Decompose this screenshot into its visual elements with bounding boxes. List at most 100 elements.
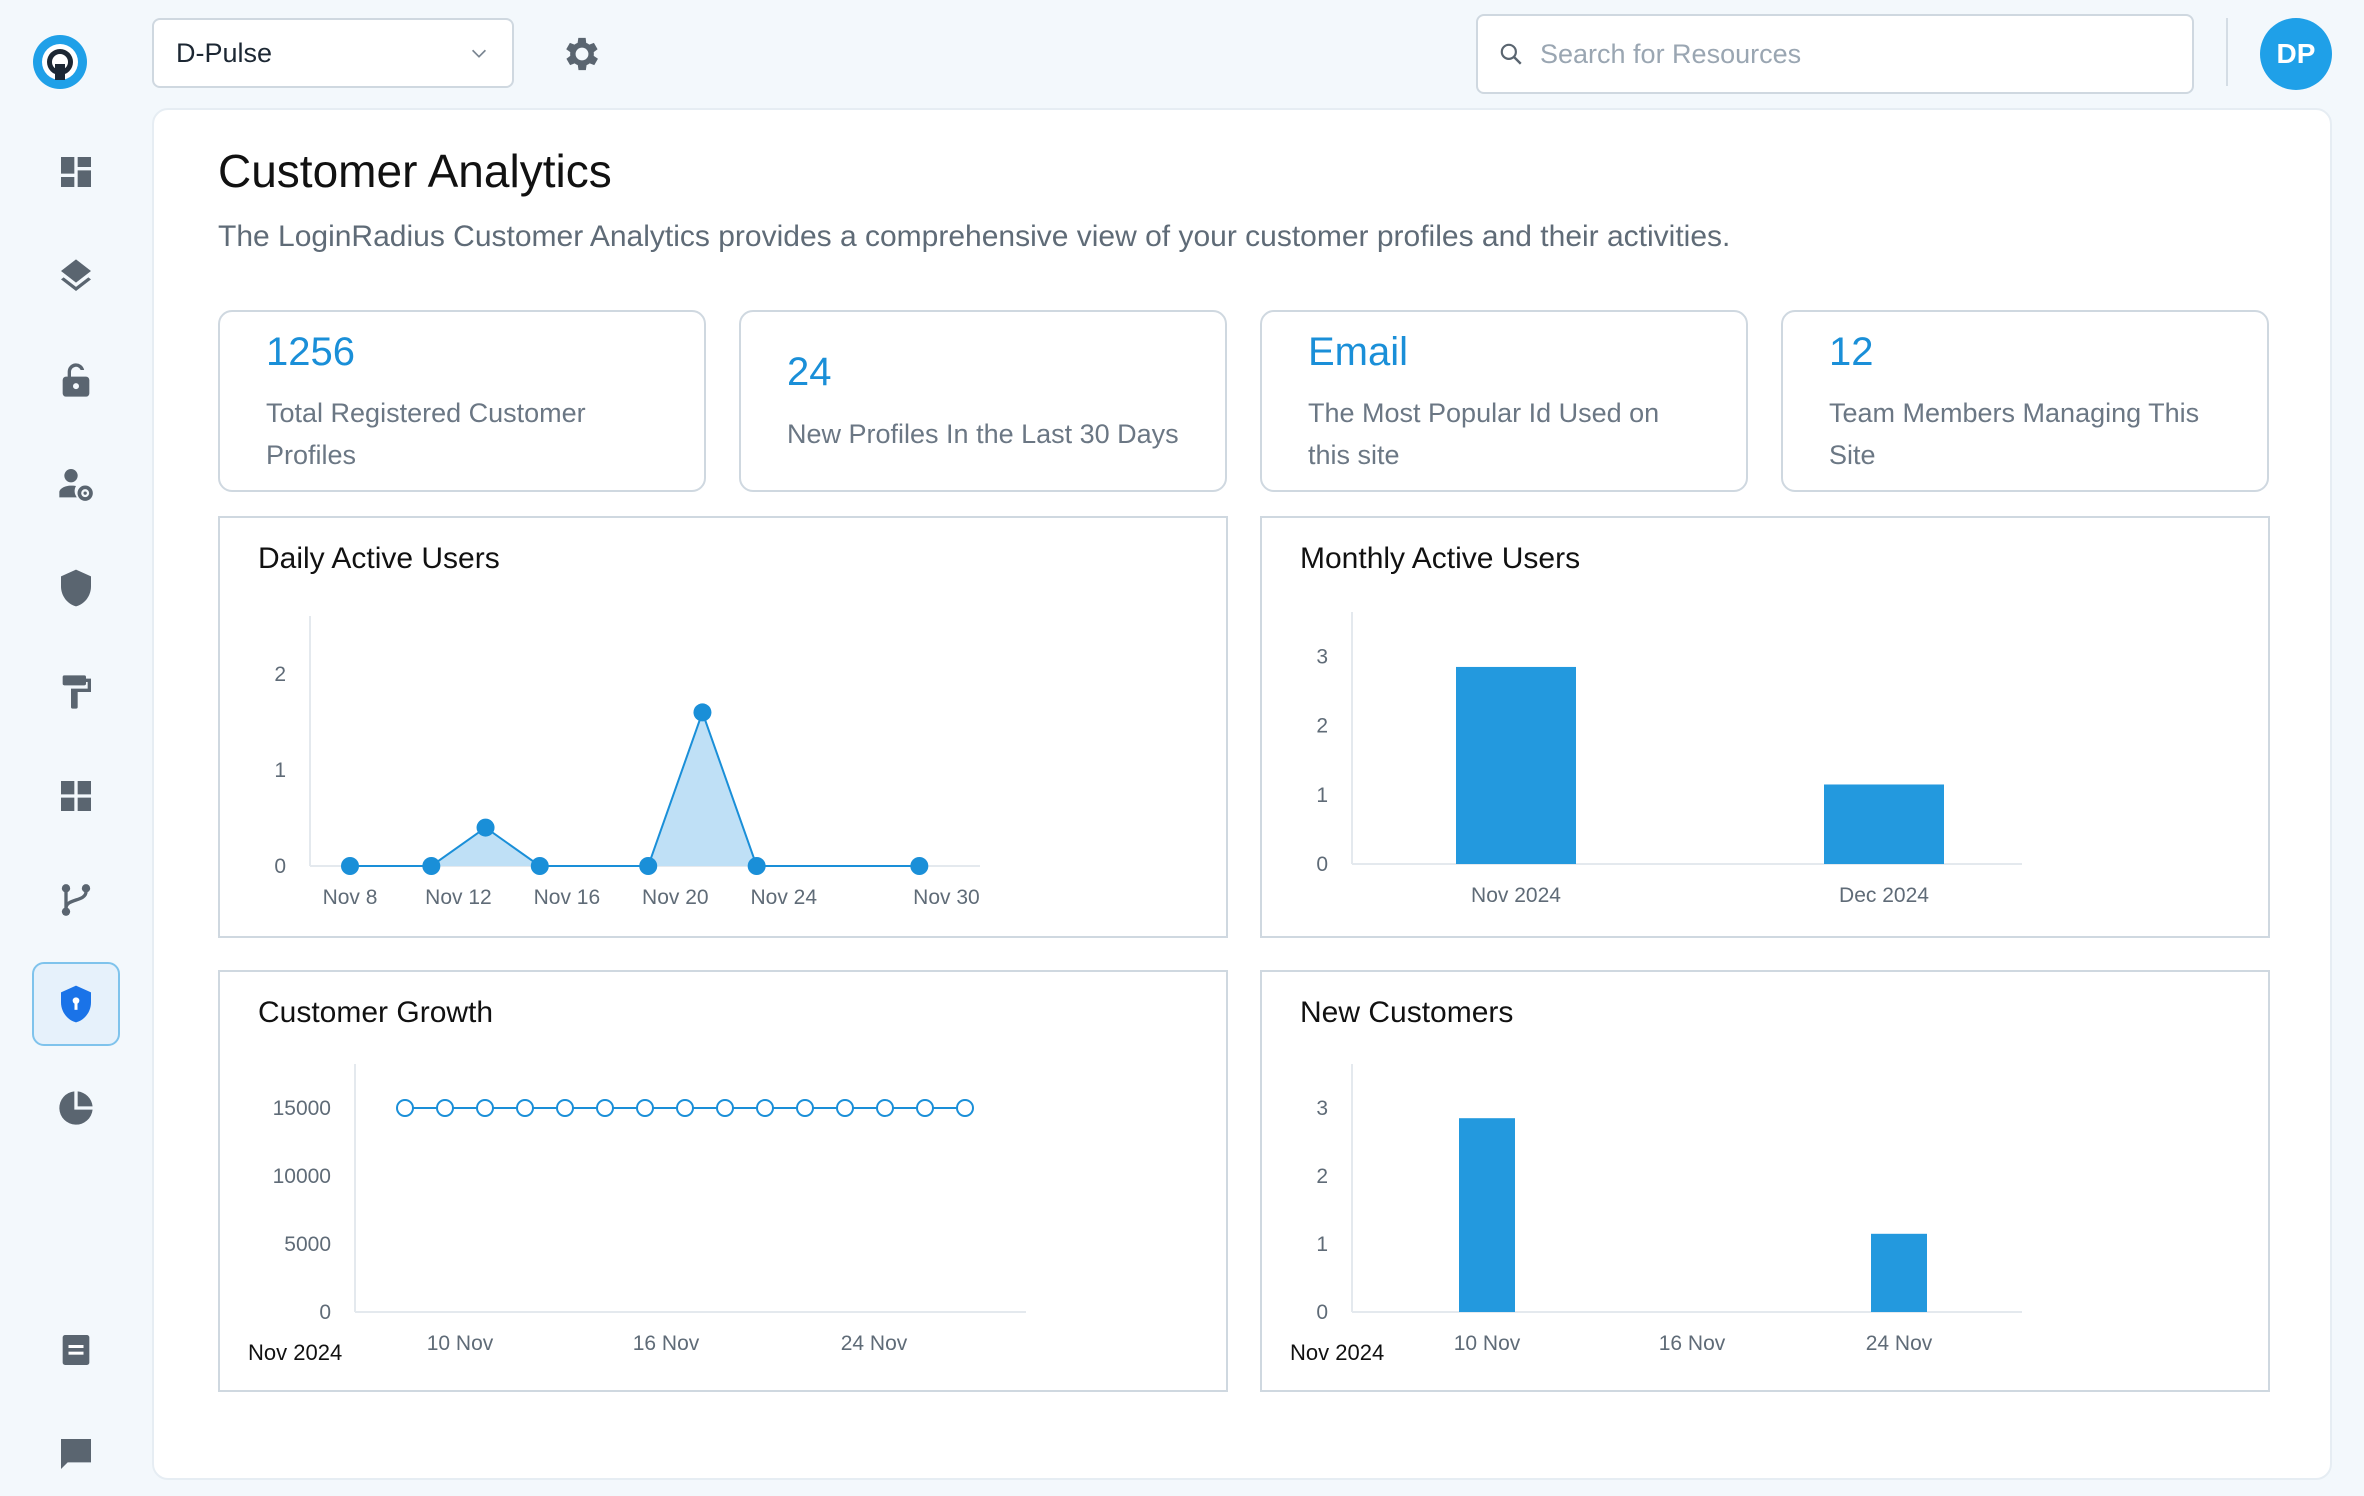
- x-tick-label: Nov 2024: [1471, 884, 1561, 907]
- layers-icon: [61, 259, 91, 291]
- x-tick-label: 24 Nov: [1866, 1332, 1933, 1355]
- search-input[interactable]: [1538, 37, 2142, 71]
- sidebar-item-layers[interactable]: [32, 234, 120, 318]
- data-point: [756, 1099, 774, 1117]
- sidebar-item-shield-lock[interactable]: [32, 962, 120, 1046]
- customer-growth-chart: 0 5000 10000 15000 10 Nov 16 Nov 24 Nov Nov 202…: [248, 1064, 1026, 1365]
- x-tick-label: 10 Nov: [427, 1332, 494, 1355]
- data-point: [693, 703, 712, 722]
- y-tick-label: 0: [274, 855, 286, 878]
- data-point: [910, 857, 929, 875]
- monthly-active-users-chart: 0 1 2 3 Nov 2024 Dec 2024: [1316, 612, 2022, 907]
- page-description: The LoginRadius Customer Analytics provi…: [218, 220, 1731, 253]
- x-tick-label: 24 Nov: [841, 1332, 908, 1355]
- user-settings-icon: [59, 469, 93, 501]
- series-area: [350, 712, 920, 866]
- app-select-dropdown[interactable]: D-Pulse: [152, 18, 514, 88]
- x-tick-label: Dec 2024: [1839, 884, 1929, 907]
- header-divider: [2226, 18, 2228, 86]
- sidebar-item-paint-roller[interactable]: [32, 650, 120, 734]
- y-tick-label: 1: [274, 759, 286, 782]
- y-tick-label: 2: [1316, 1165, 1328, 1188]
- data-point: [436, 1099, 454, 1117]
- dashboard-icon: [61, 157, 91, 187]
- chat-icon: [61, 1439, 91, 1469]
- chart-card-daily-active-users: Daily Active Users 0 1 2 Nov 8 Nov 12 Nov 16 N…: [218, 516, 1228, 938]
- stat-card-popular-id: Email The Most Popular Id Used on this s…: [1260, 310, 1748, 492]
- bar: [1456, 666, 1576, 864]
- data-point: [476, 1099, 494, 1117]
- chevron-down-icon: [471, 49, 487, 58]
- x-tick-label: Nov 16: [534, 886, 601, 909]
- sidebar-item-chat[interactable]: [32, 1412, 120, 1496]
- chart-card-new-customers: New Customers 0 1 2 3 10 Nov 16 Nov 24 Nov Nov …: [1260, 970, 2270, 1392]
- y-tick-label: 2: [274, 663, 286, 686]
- y-tick-label: 5000: [284, 1233, 331, 1256]
- sidebar-item-flow-branch[interactable]: [32, 858, 120, 942]
- data-point: [476, 818, 495, 837]
- y-tick-label: 10000: [273, 1165, 331, 1188]
- y-tick-label: 0: [319, 1301, 331, 1324]
- y-tick-label: 3: [1316, 646, 1328, 669]
- y-tick-label: 0: [1316, 853, 1328, 876]
- data-point: [676, 1099, 694, 1117]
- apps-grid-icon: [61, 781, 91, 811]
- stat-label: Team Members Managing This Site: [1829, 398, 2200, 470]
- x-tick-label: Nov 8: [323, 886, 378, 909]
- data-point: [796, 1099, 814, 1117]
- y-tick-label: 2: [1316, 715, 1328, 738]
- sidebar-item-apps-grid[interactable]: [32, 754, 120, 838]
- x-tick-label: Nov 12: [425, 886, 492, 909]
- y-tick-label: 3: [1316, 1097, 1328, 1120]
- x-tick-label: 16 Nov: [633, 1332, 700, 1355]
- x-tick-label: 16 Nov: [1659, 1332, 1726, 1355]
- new-customers-chart: 0 1 2 3 10 Nov 16 Nov 24 Nov Nov 2024: [1290, 1064, 2022, 1365]
- sidebar-item-dashboard[interactable]: [32, 130, 120, 214]
- x-tick-label: Nov 30: [913, 886, 980, 909]
- page-title: Customer Analytics: [218, 145, 612, 197]
- sidebar-item-user-settings[interactable]: [32, 442, 120, 526]
- data-point: [396, 1099, 414, 1117]
- y-tick-label: 1: [1316, 1233, 1328, 1256]
- search-box[interactable]: [1476, 14, 2194, 94]
- data-point: [530, 857, 549, 875]
- y-tick-label: 1: [1316, 784, 1328, 807]
- x-tick-label: Nov 20: [642, 886, 709, 909]
- shield-icon: [61, 569, 91, 607]
- sidebar-item-shield[interactable]: [32, 546, 120, 630]
- period-label: Nov 2024: [248, 1340, 342, 1365]
- y-tick-label: 15000: [273, 1097, 331, 1120]
- sidebar: [0, 0, 150, 1481]
- x-tick-label: 10 Nov: [1454, 1332, 1521, 1355]
- stat-value: 24: [787, 350, 832, 394]
- stat-label: New Profiles In the Last 30 Days: [787, 419, 1179, 449]
- data-point: [422, 857, 441, 875]
- main-panel: Customer Analytics The LoginRadius Custo…: [152, 108, 2332, 1480]
- stat-value: Email: [1308, 330, 1409, 374]
- data-point: [596, 1099, 614, 1117]
- stat-value: 12: [1829, 330, 1874, 374]
- data-point: [747, 857, 766, 875]
- sidebar-item-unlock[interactable]: [32, 338, 120, 422]
- data-point: [916, 1099, 934, 1117]
- stat-card-new-profiles: 24 New Profiles In the Last 30 Days: [739, 310, 1227, 492]
- stat-label: The Most Popular Id Used on this site: [1308, 398, 1660, 470]
- gear-icon[interactable]: [560, 32, 604, 76]
- stat-value: 1256: [266, 330, 355, 374]
- search-icon: [1500, 43, 1522, 65]
- shield-lock-icon: [61, 985, 91, 1023]
- document-icon: [62, 1335, 90, 1365]
- sidebar-item-document[interactable]: [32, 1308, 120, 1392]
- data-point: [556, 1099, 574, 1117]
- paint-roller-icon: [62, 675, 91, 709]
- bar: [1871, 1233, 1927, 1312]
- data-point: [639, 857, 658, 875]
- loginradius-logo[interactable]: [30, 32, 90, 92]
- flow-branch-icon: [61, 884, 91, 916]
- data-point: [636, 1099, 654, 1117]
- stat-card-team-members: 12 Team Members Managing This Site: [1781, 310, 2269, 492]
- sidebar-item-pie-chart[interactable]: [32, 1066, 120, 1150]
- avatar[interactable]: DP: [2260, 18, 2332, 90]
- data-point: [956, 1099, 974, 1117]
- x-tick-label: Nov 24: [751, 886, 818, 909]
